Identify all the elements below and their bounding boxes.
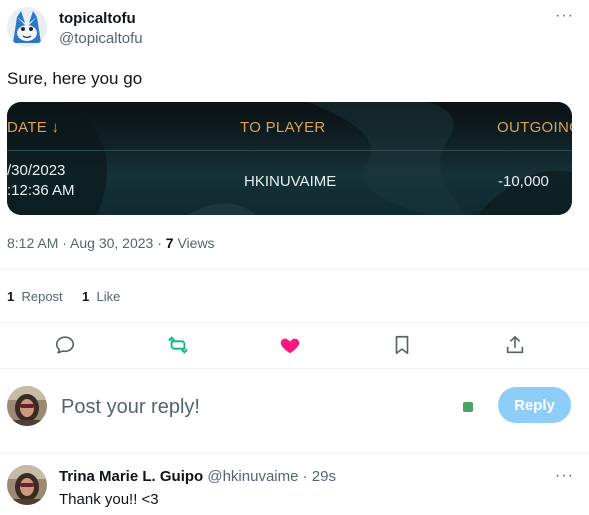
views-label: Views — [173, 235, 215, 251]
like-label: Like — [96, 289, 121, 304]
column-header-player: TO PLAYER — [240, 119, 326, 136]
bookmark-icon[interactable] — [389, 332, 415, 358]
like-count: 1 — [82, 289, 90, 304]
table-header-divider — [7, 150, 572, 151]
like-icon[interactable] — [277, 332, 303, 358]
my-avatar[interactable] — [7, 386, 47, 426]
reply-author-handle[interactable]: @hkinuvaime — [207, 468, 298, 485]
timestamp-text[interactable]: 8:12 AM · Aug 30, 2023 · — [7, 235, 166, 251]
column-header-outgoing: OUTGOING — [497, 119, 572, 136]
column-header-date: DATE ↓ — [7, 119, 60, 136]
divider-actions — [0, 368, 589, 369]
row-date-line1: /30/2023 — [7, 162, 66, 179]
reply-header: Trina Marie L. Guipo @hkinuvaime · 29s — [59, 468, 336, 485]
author-handle[interactable]: @topicaltofu — [59, 30, 143, 47]
divider-top — [0, 268, 589, 269]
repost-icon[interactable] — [165, 332, 191, 358]
tweet-image[interactable]: DATE ↓ TO PLAYER OUTGOING /30/2023 :12:3… — [7, 102, 572, 215]
status-indicator — [463, 402, 473, 412]
divider-composer — [0, 452, 589, 453]
author-name[interactable]: topicaltofu — [59, 10, 136, 27]
row-outgoing: -10,000 — [498, 173, 549, 190]
row-player: HKINUVAIME — [244, 173, 337, 190]
repost-label: Repost — [21, 289, 63, 304]
repost-stat[interactable]: 1 Repost — [7, 289, 63, 304]
tweet-timestamp[interactable]: 8:12 AM · Aug 30, 2023 · 7 Views — [7, 235, 215, 251]
reply-text: Thank you!! <3 — [59, 491, 159, 508]
reply-author-name[interactable]: Trina Marie L. Guipo — [59, 468, 203, 485]
repost-count: 1 — [7, 289, 15, 304]
author-avatar[interactable] — [7, 7, 47, 47]
tweet-text: Sure, here you go — [7, 69, 143, 88]
more-options-icon[interactable]: ··· — [555, 7, 574, 25]
reply-author-avatar[interactable] — [7, 465, 47, 505]
like-stat[interactable]: 1 Like — [82, 289, 120, 304]
share-icon[interactable] — [502, 332, 528, 358]
reply-more-options-icon[interactable]: ··· — [555, 467, 574, 485]
views-count: 7 — [165, 235, 174, 251]
reply-time[interactable]: · 29s — [298, 468, 336, 485]
divider-middle — [0, 322, 589, 323]
reply-icon[interactable] — [52, 332, 78, 358]
reply-button[interactable]: Reply — [498, 387, 571, 423]
row-date-line2: :12:36 AM — [7, 182, 75, 199]
reply-input[interactable]: Post your reply! — [61, 396, 200, 419]
